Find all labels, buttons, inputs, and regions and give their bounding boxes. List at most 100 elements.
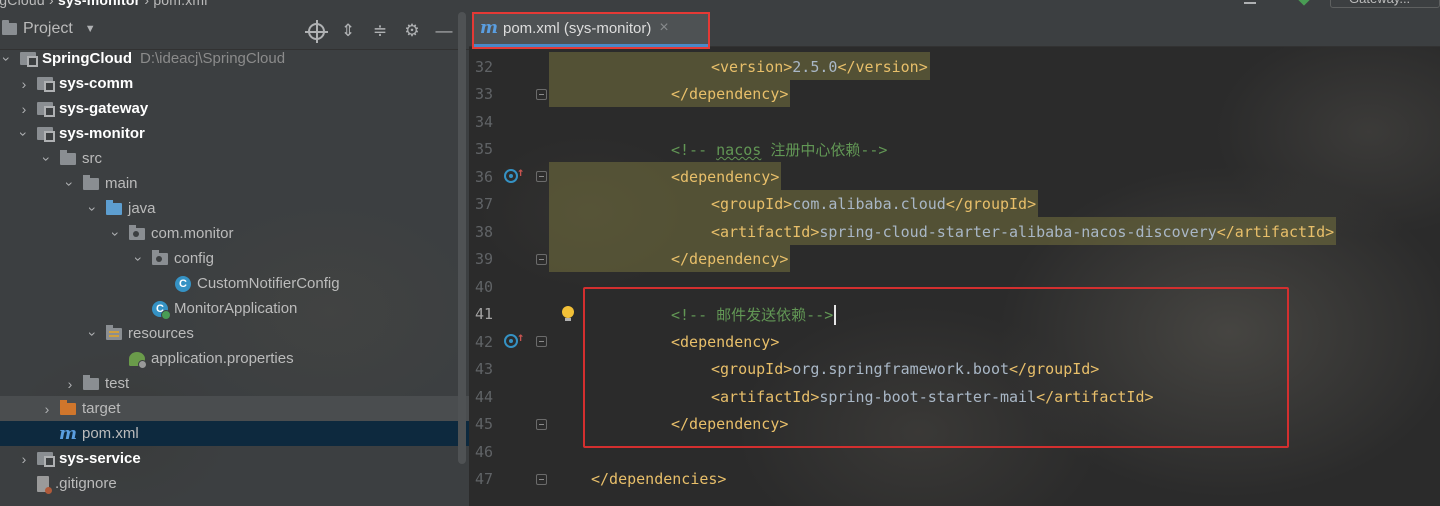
- module-icon: [37, 102, 55, 117]
- chevron-down-icon[interactable]: ›: [131, 252, 147, 266]
- tree-item[interactable]: › com.monitor: [0, 221, 469, 246]
- tree-item[interactable]: › SpringCloud D:\ideacj\SpringCloud: [0, 46, 469, 71]
- package-icon: [129, 224, 145, 240]
- breadcrumb-file[interactable]: pom.xml: [153, 0, 207, 8]
- chevron-down-icon[interactable]: ›: [108, 227, 124, 241]
- code-line[interactable]: 36 ↑ <dependency>: [469, 163, 1440, 191]
- chevron-right-icon[interactable]: ›: [17, 76, 31, 92]
- chevron-down-icon[interactable]: ›: [16, 127, 32, 141]
- line-number: 39: [474, 250, 493, 269]
- tree-item[interactable]: application.properties: [0, 346, 469, 371]
- fold-marker-icon[interactable]: [536, 418, 547, 430]
- lightbulb-icon[interactable]: [561, 305, 575, 322]
- fold-marker-icon[interactable]: [536, 336, 547, 347]
- chevron-down-icon[interactable]: ›: [85, 327, 101, 341]
- line-number: 47: [474, 470, 493, 489]
- module-icon: [37, 452, 55, 467]
- tree-item[interactable]: m pom.xml: [0, 421, 469, 446]
- select-opened-file-button[interactable]: [300, 18, 332, 44]
- tree-item-label: main: [105, 175, 138, 192]
- code-line[interactable]: 35 <!-- nacos 注册中心依赖-->: [469, 136, 1440, 164]
- source-folder-icon: [106, 199, 122, 215]
- tree-item-label: sys-gateway: [59, 100, 149, 117]
- code-line[interactable]: 39 </dependency>: [469, 246, 1440, 274]
- tree-item[interactable]: › test: [0, 371, 469, 396]
- code-line[interactable]: 33 </dependency>: [469, 81, 1440, 109]
- hide-panel-button[interactable]: —: [428, 18, 460, 44]
- run-arrow-icon[interactable]: [1298, 0, 1310, 6]
- line-number: 42: [474, 332, 493, 351]
- overridden-marker-icon[interactable]: [504, 334, 518, 348]
- code-editor: 32 <version>2.5.0</version> 33 </dependency…: [469, 12, 1440, 506]
- expand-all-icon: ⇕: [340, 21, 356, 40]
- crosshair-icon: [304, 19, 328, 43]
- tree-item[interactable]: › resources: [0, 321, 469, 346]
- chevron-down-icon[interactable]: ›: [85, 202, 101, 216]
- code-text: <!-- nacos 注册中心依赖-->: [671, 139, 887, 160]
- tree-item[interactable]: › config: [0, 246, 469, 271]
- options-button[interactable]: ⚙: [396, 18, 428, 44]
- line-number: 45: [474, 415, 493, 434]
- chevron-down-icon[interactable]: ›: [62, 177, 78, 191]
- gear-icon: ⚙: [404, 21, 420, 40]
- xml-tag: <version>: [711, 57, 793, 76]
- tree-item[interactable]: › target: [0, 396, 469, 421]
- tree-item[interactable]: C MonitorApplication: [0, 296, 469, 321]
- project-view-selector[interactable]: Project ▼: [2, 20, 96, 38]
- xml-text: 2.5.0: [792, 57, 838, 76]
- chevron-down-icon[interactable]: ›: [39, 152, 55, 166]
- tree-item[interactable]: C CustomNotifierConfig: [0, 271, 469, 296]
- tree-item-label: sys-monitor: [59, 125, 145, 142]
- project-panel-header: Project ▼ ⇕ ≑ ⚙ —: [0, 12, 469, 50]
- tree-item-label: config: [174, 250, 215, 267]
- fold-marker-icon[interactable]: [536, 253, 547, 265]
- code-text: <groupId>com.alibaba.cloud</groupId>: [711, 195, 1036, 213]
- line-number: 33: [474, 85, 493, 104]
- tree-item-label: .gitignore: [55, 475, 117, 492]
- fold-marker-icon[interactable]: [536, 88, 547, 100]
- line-number: 38: [474, 222, 493, 241]
- build-hammer-icon[interactable]: [1244, 0, 1256, 4]
- tree-item[interactable]: .gitignore: [0, 471, 469, 496]
- chevron-right-icon[interactable]: ›: [17, 451, 31, 467]
- tree-item[interactable]: › sys-comm: [0, 71, 469, 96]
- navigation-bar: igCloud › sys-monitor › pom.xml Gateway.…: [0, 0, 1440, 12]
- code-line[interactable]: 34: [469, 108, 1440, 136]
- line-number: 41: [474, 305, 493, 324]
- breadcrumb-project[interactable]: igCloud: [0, 0, 45, 8]
- chevron-down-icon[interactable]: ›: [0, 52, 15, 66]
- line-number: 46: [474, 442, 493, 461]
- code-line[interactable]: 32 <version>2.5.0</version>: [469, 53, 1440, 81]
- package-icon: [152, 249, 168, 265]
- code-text: <artifactId>spring-cloud-starter-alibaba…: [711, 223, 1334, 241]
- project-tree-scrollbar[interactable]: [458, 12, 466, 464]
- xml-comment: 注册中心依赖-->: [761, 140, 888, 159]
- overridden-marker-icon[interactable]: [504, 169, 518, 183]
- tree-item[interactable]: › main: [0, 171, 469, 196]
- fold-marker-icon[interactable]: [536, 473, 547, 485]
- code-line[interactable]: 37 <groupId>com.alibaba.cloud</groupId>: [469, 191, 1440, 219]
- collapse-all-button[interactable]: ≑: [364, 18, 396, 44]
- tree-item[interactable]: › java: [0, 196, 469, 221]
- tree-item-label: sys-comm: [59, 75, 134, 92]
- chevron-right-icon[interactable]: ›: [40, 401, 54, 417]
- run-config-selector[interactable]: Gateway...: [1330, 0, 1440, 8]
- code-line[interactable]: 38 <artifactId>spring-cloud-starter-aliba…: [469, 218, 1440, 246]
- project-panel-toolbar: ⇕ ≑ ⚙ —: [300, 18, 460, 44]
- project-tool-window: Project ▼ ⇕ ≑ ⚙ — › SpringCloud D:\ideacj\…: [0, 12, 469, 506]
- code-text: </dependencies>: [591, 470, 726, 488]
- tree-item[interactable]: › sys-monitor: [0, 121, 469, 146]
- tree-item-label: pom.xml: [82, 425, 139, 442]
- chevron-right-icon[interactable]: ›: [63, 376, 77, 392]
- tree-item-label: MonitorApplication: [174, 300, 298, 317]
- tree-item[interactable]: › sys-gateway: [0, 96, 469, 121]
- project-panel-title: Project: [23, 20, 73, 37]
- tree-item[interactable]: › sys-service: [0, 446, 469, 471]
- project-folder-icon: [2, 20, 17, 35]
- breadcrumb-module[interactable]: sys-monitor: [58, 0, 140, 8]
- code-line[interactable]: 47 </dependencies>: [469, 466, 1440, 494]
- expand-all-button[interactable]: ⇕: [332, 18, 364, 44]
- tree-item[interactable]: › src: [0, 146, 469, 171]
- fold-marker-icon[interactable]: [536, 171, 547, 182]
- chevron-right-icon[interactable]: ›: [17, 101, 31, 117]
